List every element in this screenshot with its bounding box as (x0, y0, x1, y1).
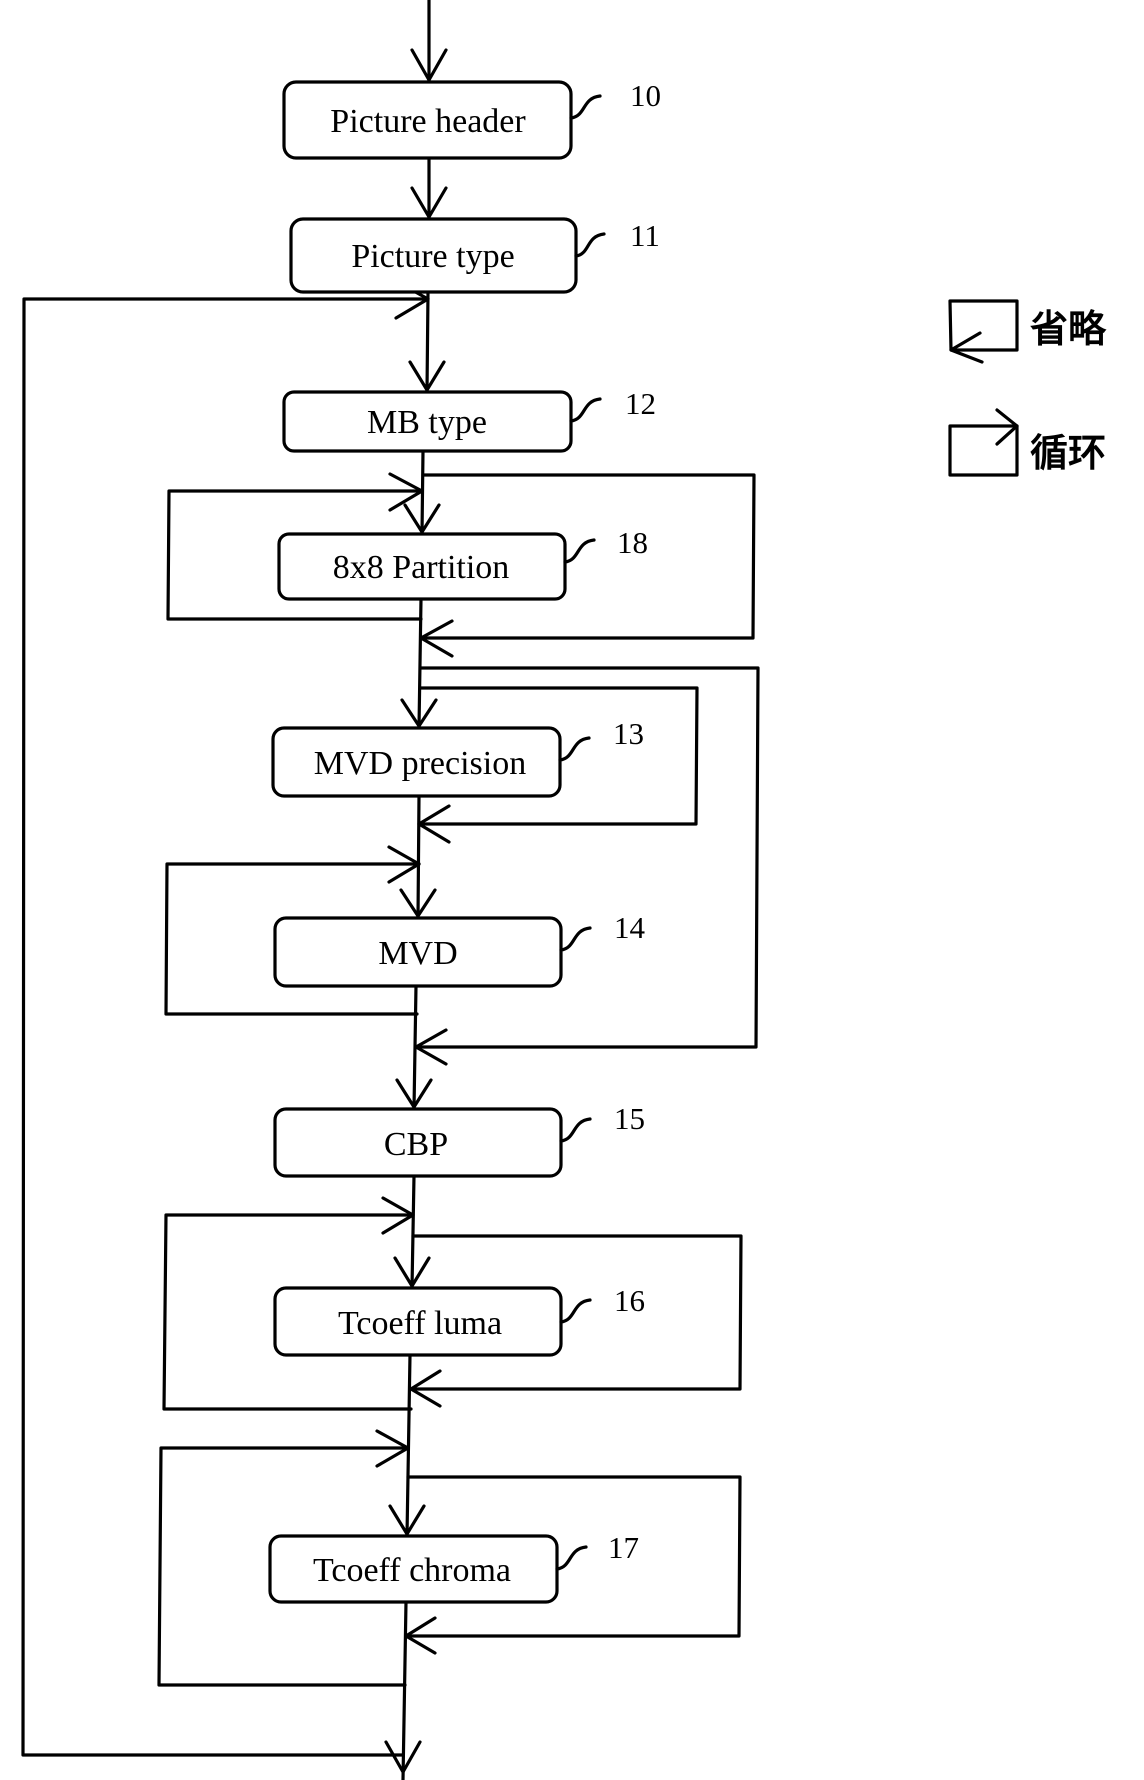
block-number: 15 (614, 1101, 645, 1136)
loop-arrow-icon (948, 408, 1019, 477)
legend: 省略 循环 (948, 299, 1107, 477)
block-tcoeff-chroma: Tcoeff chroma 17 (268, 1530, 639, 1604)
block-label: MVD (378, 935, 457, 972)
block-label: MB type (367, 404, 487, 441)
outer-loop (21, 279, 430, 1757)
block-number: 14 (614, 910, 646, 945)
block-number: 13 (613, 716, 644, 751)
block-cbp: CBP 15 (273, 1101, 645, 1178)
skip-arrow-icon (948, 299, 1019, 364)
block-picture-type: Picture type 11 (289, 217, 660, 294)
block-mvd: MVD 14 (273, 910, 646, 988)
flowchart-diagram: Picture header 10 Picture type 11 MB typ… (21, 0, 1107, 1780)
block-label: MVD precision (314, 745, 526, 782)
block-label: 8x8 Partition (333, 549, 510, 586)
legend-label: 循环 (1030, 431, 1106, 475)
block-number: 11 (630, 218, 660, 253)
block-picture-header: Picture header 10 (282, 78, 661, 160)
block-tcoeff-luma: Tcoeff luma 16 (273, 1283, 645, 1357)
block-label: Picture type (351, 238, 514, 275)
legend-item-skip: 省略 (948, 299, 1107, 364)
block-label: CBP (384, 1126, 448, 1163)
block-number: 16 (614, 1283, 645, 1318)
legend-item-loop: 循环 (948, 408, 1106, 477)
block-number: 17 (608, 1530, 639, 1565)
block-number: 18 (617, 525, 648, 560)
block-label: Tcoeff chroma (313, 1552, 511, 1589)
block-number: 12 (625, 386, 656, 421)
block-mvd-precision: MVD precision 13 (271, 716, 644, 798)
legend-label: 省略 (1030, 307, 1107, 351)
block-number: 10 (630, 78, 661, 113)
block-label: Tcoeff luma (338, 1305, 502, 1342)
block-8x8-partition: 8x8 Partition 18 (277, 525, 648, 601)
block-label: Picture header (330, 103, 526, 140)
block-mb-type: MB type 12 (282, 386, 656, 453)
